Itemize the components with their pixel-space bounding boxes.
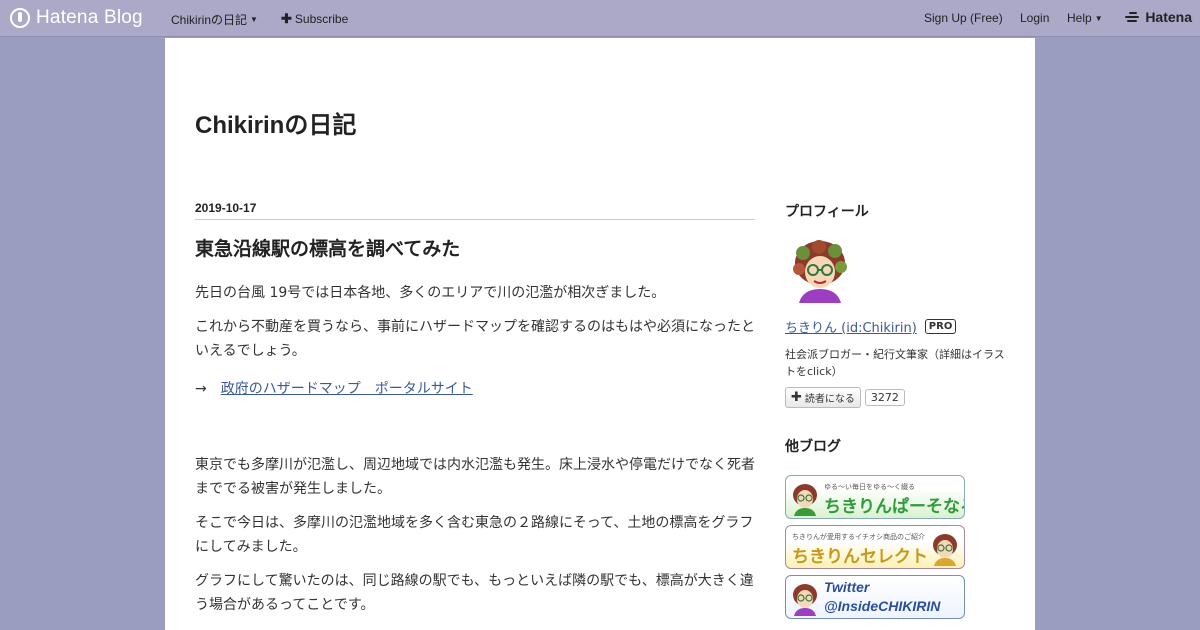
banner-chikirin-select[interactable]: ちきりんが愛用するイチオシ商品のご紹介 ちきりんセレクト bbox=[785, 525, 965, 569]
help-label: Help bbox=[1067, 11, 1092, 25]
entry-paragraph: 東京でも多摩川が氾濫し、周辺地域では内水氾濫も発生。床上浸水や停電だけでなく死者… bbox=[195, 457, 755, 497]
profile-name-link[interactable]: ちきりん (id:Chikirin) bbox=[785, 317, 917, 336]
login-link[interactable]: Login bbox=[1020, 11, 1049, 25]
reader-button-label: 読者になる bbox=[804, 394, 855, 405]
banner-twitter[interactable]: Twitter @InsideCHIKIRIN bbox=[785, 575, 965, 619]
avatar-illustration-icon bbox=[793, 240, 847, 303]
subscribe-button[interactable]: ✚ Subscribe bbox=[281, 11, 348, 27]
hatena-blog-icon bbox=[10, 8, 30, 28]
entry-paragraph: グラフにして驚いたのは、同じ路線の駅でも、もっといえば隣の駅でも、標高が大きく違… bbox=[195, 573, 754, 613]
blog-menu-label: Chikirinの日記 bbox=[171, 13, 248, 27]
hazard-map-link[interactable]: 政府のハザードマップ ポータルサイト bbox=[221, 381, 473, 397]
profile-description: 社会派ブロガー・紀行文筆家（詳細はイラストをclick） bbox=[785, 348, 1005, 378]
avatar-mini-icon bbox=[933, 534, 957, 566]
avatar-mini-icon bbox=[793, 484, 817, 516]
entry-date[interactable]: 2019-10-17 bbox=[195, 201, 755, 220]
blog-menu-dropdown[interactable]: Chikirinの日記 ▼ bbox=[171, 11, 258, 28]
profile-avatar[interactable] bbox=[789, 239, 851, 303]
hatena-logo[interactable]: Hatena bbox=[1125, 9, 1192, 25]
entry-paragraph: これから不動産を買うなら、事前にハザードマップを確認するのはもはや必須になったと… bbox=[195, 319, 755, 359]
banner-title: ちきりんセレクト bbox=[792, 547, 928, 567]
reader-count: 3272 bbox=[864, 389, 905, 406]
sidebar: プロフィール ちきりん (id:Chikirin) PRO 社会派ブロガー・紀行… bbox=[785, 201, 1010, 619]
blog-container: Chikirinの日記 2019-10-17 東急沿線駅の標高を調べてみた 先日… bbox=[165, 38, 1035, 630]
entry-title[interactable]: 東急沿線駅の標高を調べてみた bbox=[195, 236, 755, 262]
signup-link[interactable]: Sign Up (Free) bbox=[924, 11, 1003, 25]
blog-title[interactable]: Chikirinの日記 bbox=[195, 105, 356, 140]
entry-paragraph: そこで今日は、多摩川の氾濫地域を多く含む東急の２路線にそって、土地の標高をグラフ… bbox=[195, 515, 754, 555]
banner-tagline: ちきりんが愛用するイチオシ商品のご紹介 bbox=[792, 533, 925, 541]
caret-down-icon: ▼ bbox=[250, 15, 258, 24]
plus-icon: ✚ bbox=[791, 390, 802, 405]
hatena-blog-logo[interactable]: Hatena Blog bbox=[10, 6, 143, 30]
arrow-glyph: → bbox=[195, 381, 207, 397]
subscribe-label: Subscribe bbox=[294, 12, 349, 26]
entry-paragraph: 先日の台風 19号では日本各地、多くのエリアで川の氾濫が相次ぎました。 bbox=[195, 285, 666, 301]
entry-link-row: → 政府のハザードマップ ポータルサイト bbox=[195, 377, 755, 401]
reader-widget: ✚ 読者になる 3272 bbox=[785, 387, 1010, 408]
banner-chikirin-personal[interactable]: ゆる〜い毎日をゆる〜く綴る ちきりんぱーそなる bbox=[785, 475, 965, 519]
hatena-text: Hatena bbox=[1145, 9, 1192, 25]
plus-icon: ✚ bbox=[281, 11, 292, 26]
hatena-mark-icon bbox=[1125, 11, 1141, 23]
banner-title: ちきりんぱーそなる bbox=[824, 497, 965, 517]
help-dropdown[interactable]: Help ▼ bbox=[1067, 11, 1103, 25]
subscribe-reader-button[interactable]: ✚ 読者になる bbox=[785, 387, 861, 408]
brand-text: Hatena Blog bbox=[36, 7, 143, 28]
entry-article: 2019-10-17 東急沿線駅の標高を調べてみた 先日の台風 19号では日本各… bbox=[195, 201, 755, 617]
banner-title: Twitter @InsideCHIKIRIN bbox=[824, 579, 941, 614]
other-blogs-heading: 他ブログ bbox=[785, 439, 841, 455]
profile-name-row: ちきりん (id:Chikirin) PRO bbox=[785, 317, 1010, 336]
caret-down-icon: ▼ bbox=[1094, 13, 1103, 23]
profile-heading: プロフィール bbox=[785, 204, 869, 220]
banner-tagline: ゆる〜い毎日をゆる〜く綴る bbox=[824, 483, 915, 491]
avatar-mini-icon bbox=[793, 584, 817, 616]
pro-badge: PRO bbox=[924, 319, 957, 334]
top-navbar: Hatena Blog Chikirinの日記 ▼ ✚ Subscribe Sign… bbox=[0, 0, 1200, 37]
